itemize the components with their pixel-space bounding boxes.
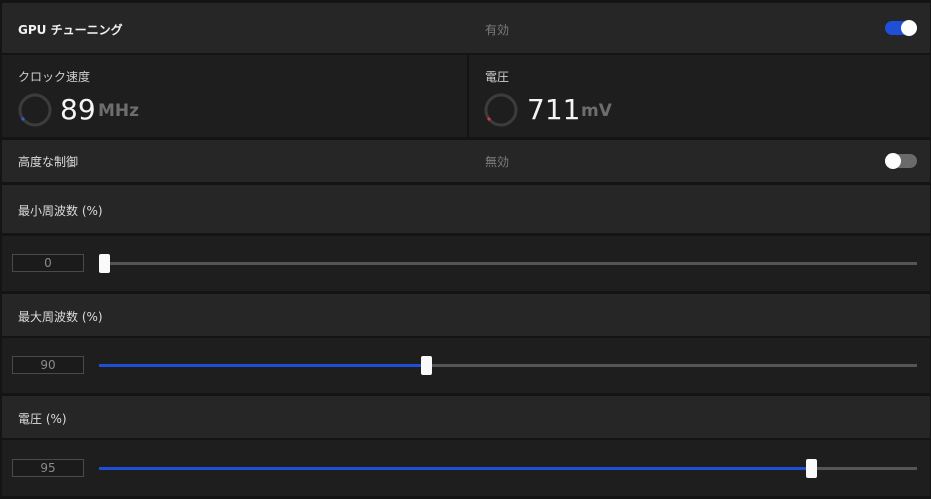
gpu-tuning-title: GPU チューニング: [18, 23, 123, 37]
voltage-unit: mV: [581, 101, 612, 121]
gpu-tuning-panel: GPU チューニング 有効 クロック速度 89 MHz 電圧 711 mV 高度…: [0, 0, 931, 499]
voltage-value: 711: [527, 93, 581, 126]
voltage-card: 電圧 711 mV: [469, 55, 930, 137]
header-right: 有効: [469, 3, 930, 53]
voltage-slider-control: 95: [2, 440, 930, 496]
max-frequency-slider[interactable]: [99, 356, 917, 375]
advanced-right: 無効: [469, 140, 930, 182]
advanced-control-label: 高度な制御: [18, 155, 79, 169]
clock-speed-value: 89: [60, 93, 96, 126]
toggle-knob: [885, 153, 901, 169]
gpu-tuning-header: GPU チューニング 有効: [2, 3, 930, 53]
toggle-knob: [901, 20, 917, 36]
header-left: GPU チューニング: [2, 3, 467, 53]
slider-fill: [99, 467, 811, 470]
clock-speed-card: クロック速度 89 MHz: [2, 55, 467, 137]
min-frequency-input[interactable]: 0: [12, 254, 84, 272]
min-frequency-header: 最小周波数 (%): [2, 185, 930, 233]
advanced-control-toggle[interactable]: [885, 153, 917, 169]
min-frequency-label: 最小周波数 (%): [18, 204, 103, 218]
voltage-percent-input[interactable]: 95: [12, 459, 84, 477]
min-frequency-control: 0: [2, 236, 930, 291]
clock-speed-unit: MHz: [98, 101, 140, 121]
gpu-tuning-toggle[interactable]: [885, 20, 917, 36]
max-frequency-header: 最大周波数 (%): [2, 294, 930, 336]
advanced-left: 高度な制御: [2, 140, 467, 182]
metrics-row: クロック速度 89 MHz 電圧 711 mV: [2, 55, 930, 137]
gpu-tuning-status: 有効: [485, 23, 510, 37]
slider-thumb[interactable]: [99, 254, 110, 273]
slider-fill: [99, 364, 427, 367]
voltage-percent-label: 電圧 (%): [18, 412, 67, 426]
advanced-control-status: 無効: [485, 155, 510, 169]
slider-thumb[interactable]: [805, 459, 817, 478]
max-frequency-input[interactable]: 90: [12, 356, 84, 374]
min-frequency-slider[interactable]: [99, 254, 917, 273]
voltage-percent-slider[interactable]: [99, 459, 917, 478]
max-frequency-control: 90: [2, 338, 930, 393]
voltage-gauge-icon: [484, 93, 518, 127]
advanced-control-row: 高度な制御 無効: [2, 140, 930, 182]
max-frequency-label: 最大周波数 (%): [18, 310, 103, 324]
clock-gauge-icon: [18, 93, 52, 127]
voltage-label: 電圧: [485, 70, 510, 84]
voltage-slider-header: 電圧 (%): [2, 396, 930, 438]
slider-thumb[interactable]: [421, 356, 433, 375]
clock-speed-label: クロック速度: [18, 70, 91, 84]
